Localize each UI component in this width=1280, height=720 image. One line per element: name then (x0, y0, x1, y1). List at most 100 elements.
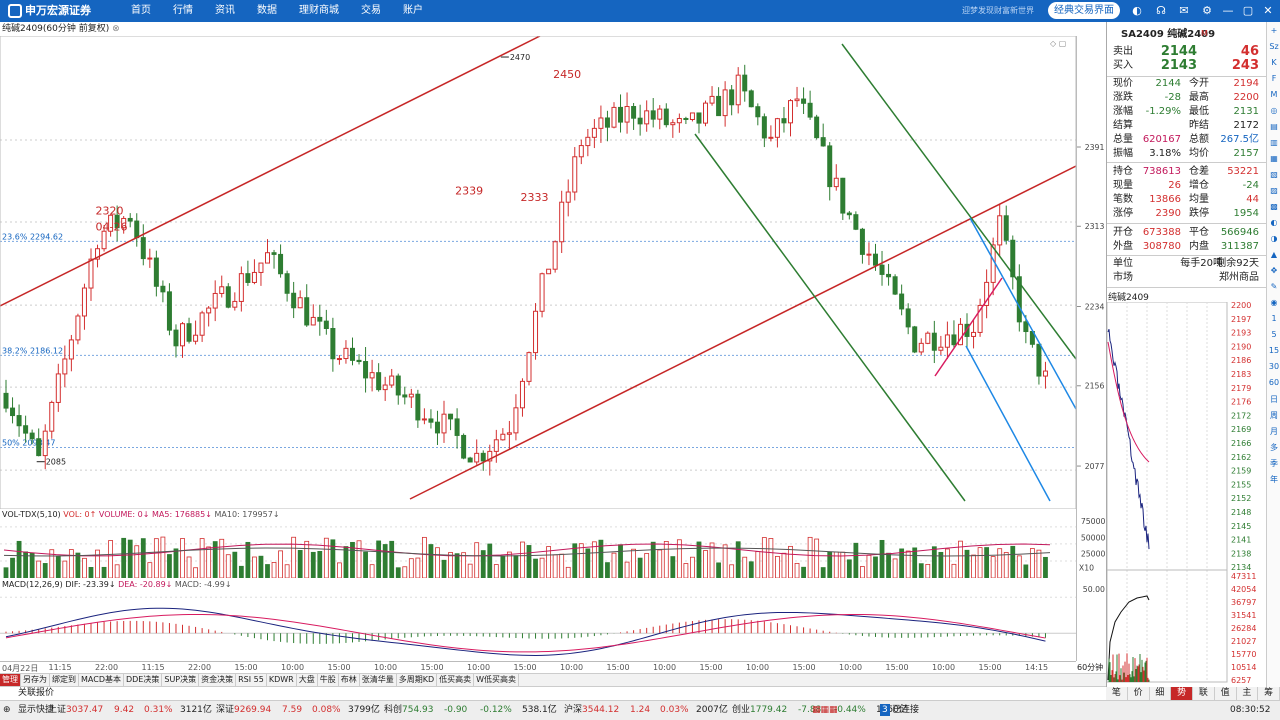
minimize-icon[interactable]: — (1220, 3, 1236, 19)
panel-tab-5[interactable]: 值 (1215, 687, 1237, 700)
nav-item-5[interactable]: 交易 (350, 0, 392, 22)
side-tool-4[interactable]: M (1267, 90, 1280, 99)
side-tool-23[interactable]: 日 (1267, 394, 1280, 405)
period-label[interactable]: 60分钟 (1077, 662, 1103, 673)
candle-body (493, 439, 499, 452)
nav-item-4[interactable]: 理财商城 (288, 0, 350, 22)
indicator-tab-9[interactable]: 大盘 (297, 674, 318, 686)
nav-item-1[interactable]: 行情 (162, 0, 204, 22)
indicator-tab-6[interactable]: 资金决策 (199, 674, 237, 686)
side-tool-21[interactable]: 30 (1267, 362, 1280, 371)
candle-body (23, 425, 29, 434)
sell-row[interactable]: 卖出 2144 46 (1107, 44, 1267, 59)
side-tool-7[interactable]: ▥ (1267, 138, 1280, 147)
quote-tab[interactable]: 关联报价 (0, 686, 1280, 700)
indicator-tab-15[interactable]: W低买高卖 (474, 674, 520, 686)
indicator-tab-13[interactable]: 多周期KD (397, 674, 438, 686)
indicator-tab-7[interactable]: RSI 55 (236, 674, 267, 686)
classic-trade-button[interactable]: 经典交易界面 (1048, 2, 1120, 19)
side-tool-15[interactable]: ✥ (1267, 266, 1280, 275)
headset-icon[interactable]: ☊ (1153, 3, 1169, 19)
indicator-tab-11[interactable]: 布林 (339, 674, 360, 686)
indicator-tab-5[interactable]: SUP决策 (162, 674, 200, 686)
side-tool-19[interactable]: 5 (1267, 330, 1280, 339)
side-tool-26[interactable]: 多 (1267, 442, 1280, 453)
kline-chart[interactable]: 23.6% 2294.6238.2% 2186.1250% 2098.47232… (0, 36, 1076, 509)
panel-tab-2[interactable]: 细 (1150, 687, 1172, 700)
panel-tab-4[interactable]: 联 (1193, 687, 1215, 700)
indicator-tab-4[interactable]: DDE决策 (124, 674, 163, 686)
volume-bar (755, 551, 761, 578)
candle-body (663, 108, 669, 126)
candle-body (271, 252, 277, 255)
settings-icon[interactable]: ⊗ (112, 24, 120, 34)
close-icon[interactable]: ✕ (1260, 3, 1276, 19)
side-tool-8[interactable]: ▦ (1267, 154, 1280, 163)
volume-bar (167, 554, 172, 578)
side-tool-9[interactable]: ▧ (1267, 170, 1280, 179)
nav-item-6[interactable]: 账户 (392, 0, 434, 22)
panel-tab-7[interactable]: 筹 (1258, 687, 1280, 700)
side-tool-5[interactable]: ◎ (1267, 106, 1280, 115)
nav-item-2[interactable]: 资讯 (204, 0, 246, 22)
volume-bar (343, 546, 349, 578)
side-tool-16[interactable]: ✎ (1267, 282, 1280, 291)
indicator-tab-1[interactable]: 另存为 (21, 674, 50, 686)
nav-item-3[interactable]: 数据 (246, 0, 288, 22)
indicator-tab-2[interactable]: 绑定到 (50, 674, 79, 686)
panel-tab-3[interactable]: 势 (1171, 687, 1193, 700)
candle-body (585, 136, 591, 147)
side-tool-28[interactable]: 年 (1267, 474, 1280, 485)
skin-icon[interactable]: ◐ (1129, 3, 1145, 19)
side-tool-22[interactable]: 60 (1267, 378, 1280, 387)
side-tool-27[interactable]: 季 (1267, 458, 1280, 469)
gear-icon[interactable]: ⚙ (1199, 3, 1215, 19)
side-tool-0[interactable]: + (1267, 26, 1280, 35)
indicator-tab-3[interactable]: MACD基本 (79, 674, 124, 686)
indicator-tab-8[interactable]: KDWR (267, 674, 297, 686)
indicator-tab-14[interactable]: 低买高卖 (437, 674, 475, 686)
macd-chart[interactable] (0, 590, 1076, 662)
mini-price-tick: 2200 (1231, 302, 1251, 310)
side-tool-24[interactable]: 周 (1267, 410, 1280, 421)
candle-body (336, 358, 342, 361)
volume-chart[interactable] (0, 520, 1076, 578)
panel-tab-6[interactable]: 主 (1237, 687, 1259, 700)
candle-body (62, 358, 68, 375)
side-tool-13[interactable]: ◑ (1267, 234, 1280, 243)
mini-price-tick: 2169 (1231, 425, 1251, 434)
side-tool-2[interactable]: K (1267, 58, 1280, 67)
nav-item-0[interactable]: 首页 (120, 0, 162, 22)
mail-icon[interactable]: ✉ (1176, 3, 1192, 19)
volume-bar (605, 562, 610, 578)
chart-title: 纯碱2409(60分钟 前复权) (2, 24, 110, 34)
indicator-tab-0[interactable]: 管理 (0, 674, 21, 686)
side-tool-6[interactable]: ▤ (1267, 122, 1280, 131)
maximize-icon[interactable]: ▢ (1240, 3, 1256, 19)
side-tool-18[interactable]: 1 (1267, 314, 1280, 323)
side-tool-11[interactable]: ▩ (1267, 202, 1280, 211)
candle-body (193, 334, 199, 342)
volume-bar (101, 566, 107, 578)
panel-tab-1[interactable]: 价 (1128, 687, 1150, 700)
indicator-tab-12[interactable]: 张清华量 (360, 674, 397, 686)
side-tool-10[interactable]: ▨ (1267, 186, 1280, 195)
status-item: 3544.12 (582, 705, 620, 715)
side-tool-3[interactable]: F (1267, 74, 1280, 83)
add-icon[interactable]: ⊕ (3, 701, 11, 720)
side-tool-12[interactable]: ◐ (1267, 218, 1280, 227)
time-tick: 10:00 (653, 663, 677, 672)
side-tool-20[interactable]: 15 (1267, 346, 1280, 355)
side-tool-14[interactable]: ▲ (1267, 250, 1280, 259)
side-tool-25[interactable]: 月 (1267, 426, 1280, 437)
panel-tab-0[interactable]: 笔 (1106, 687, 1128, 700)
quote-row: 开仓 673388 平仓 566946 (1107, 226, 1267, 240)
side-tool-1[interactable]: Sz (1267, 42, 1280, 51)
candle-body (474, 452, 480, 463)
buy-row[interactable]: 买入 2143 243 (1107, 58, 1267, 73)
brand-logo: 申万宏源证券 (8, 2, 104, 20)
indicator-tab-10[interactable]: 牛股 (318, 674, 339, 686)
mini-volume-tick: 15770 (1231, 650, 1256, 659)
side-tool-17[interactable]: ◉ (1267, 298, 1280, 307)
intraday-mini-chart[interactable]: 2200 2197 2193 2190 2186 2183 2179 2176 2172 2169… (1107, 302, 1267, 684)
